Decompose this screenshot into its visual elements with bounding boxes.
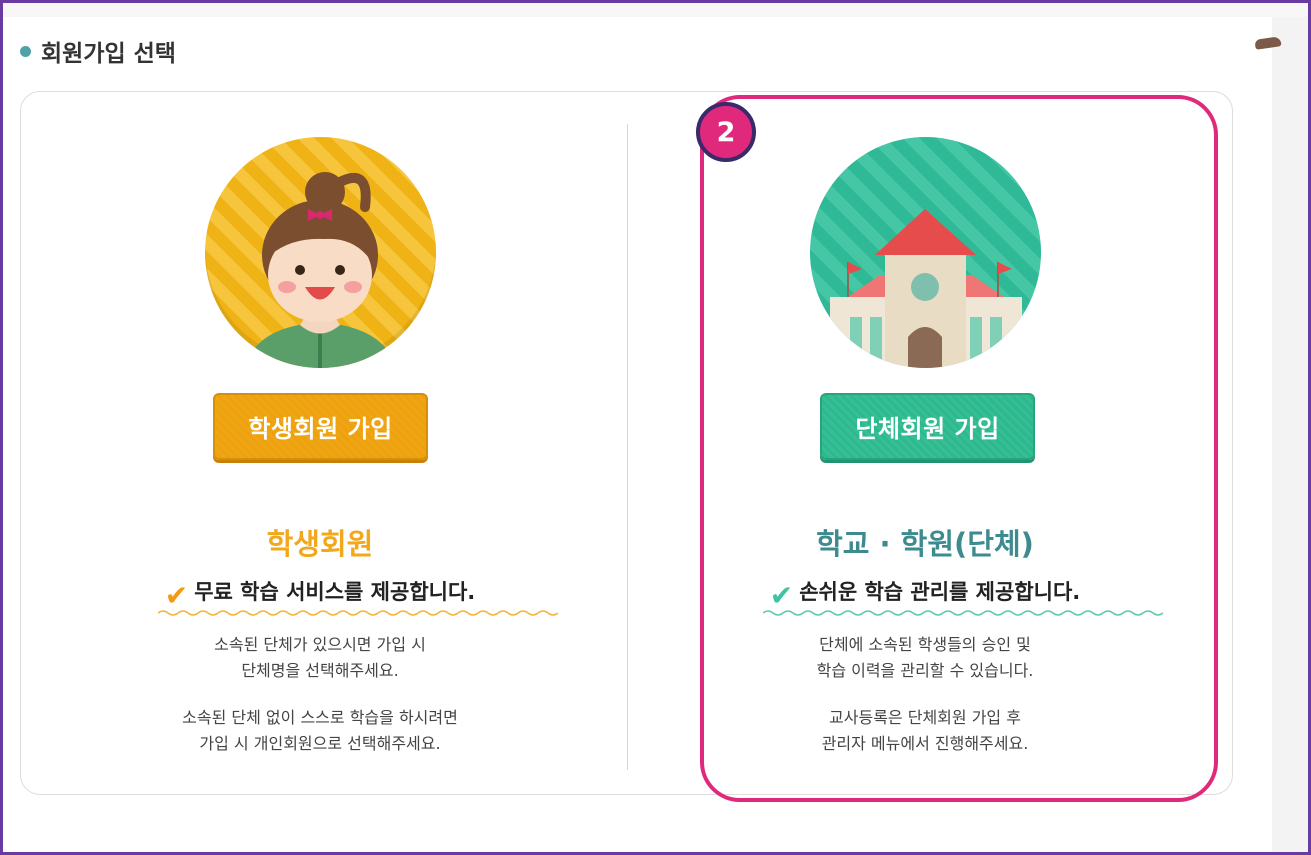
desc-line: 소속된 단체가 있으시면 가입 시 xyxy=(214,635,426,654)
desc-line: 가입 시 개인회원으로 선택해주세요. xyxy=(199,734,441,753)
student-type-title: 학생회원 xyxy=(266,527,374,561)
student-feature: ✔ 무료 학습 서비스를 제공합니다. xyxy=(40,576,600,616)
student-avatar xyxy=(205,137,436,368)
desc-line: 소속된 단체 없이 스스로 학습을 하시려면 xyxy=(182,708,458,727)
annotation-highlight-box xyxy=(700,95,1218,802)
student-girl-icon xyxy=(245,172,396,368)
student-signup-button[interactable]: 학생회원 가입 xyxy=(213,393,428,460)
wavy-underline xyxy=(158,610,559,616)
section-header: 회원가입 선택 xyxy=(20,34,176,68)
section-title: 회원가입 선택 xyxy=(41,41,176,67)
checkmark-icon: ✔ xyxy=(164,578,189,612)
bullet-dot-icon xyxy=(20,45,31,57)
desc-line: 단체명을 선택해주세요. xyxy=(241,661,399,680)
right-side-strip xyxy=(1272,17,1308,852)
top-bar xyxy=(3,3,1308,17)
student-description-1: 소속된 단체가 있으시면 가입 시 단체명을 선택해주세요. xyxy=(40,632,600,684)
student-description-2: 소속된 단체 없이 스스로 학습을 하시려면 가입 시 개인회원으로 선택해주세… xyxy=(40,705,600,757)
student-feature-text: 무료 학습 서비스를 제공합니다. xyxy=(194,580,476,604)
column-divider xyxy=(627,124,628,770)
step-number-badge: 2 xyxy=(696,102,756,162)
